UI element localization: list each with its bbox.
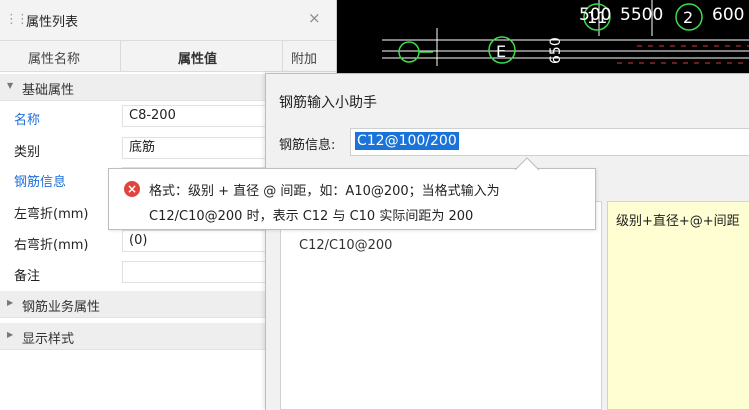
tooltip-pointer xyxy=(515,157,539,171)
cad-dim-label-500: 500 xyxy=(579,5,611,25)
format-description-box: 级别+直径+@+间距 xyxy=(607,201,749,410)
selected-text: C12@100/200 xyxy=(355,132,459,150)
format-list[interactable]: C12/C10@200 xyxy=(280,201,602,410)
cad-side-label-650: 650 xyxy=(548,37,564,64)
column-header: 属性名称 属性值 附加 xyxy=(0,41,336,72)
tooltip-line-1: 格式：级别 + 直径 @ 间距，如：A10@200；当格式输入为 xyxy=(149,184,500,199)
collapse-triangle-icon[interactable]: ▼ xyxy=(7,81,13,90)
axis-circle xyxy=(398,41,420,63)
cad-dim-label-5500: 5500 xyxy=(620,5,663,25)
column-property-value[interactable]: 属性值 xyxy=(178,48,217,67)
cad-dim-label-600: 600 xyxy=(712,5,744,25)
cad-circle-label-2: 2 xyxy=(683,8,693,27)
error-tooltip: × 格式：级别 + 直径 @ 间距，如：A10@200；当格式输入为 C12/C… xyxy=(108,157,596,230)
close-icon[interactable]: × xyxy=(308,9,321,27)
prop-label: 备注 xyxy=(14,269,41,284)
prop-label: 类别 xyxy=(14,145,41,160)
column-property-name[interactable]: 属性名称 xyxy=(28,48,80,67)
prop-label: 右弯折(mm) xyxy=(14,238,89,253)
group-label: 显示样式 xyxy=(22,332,75,347)
column-divider xyxy=(282,41,283,71)
tooltip-line-2: C12/C10@200 时，表示 C12 与 C10 实际间距为 200 xyxy=(149,209,474,224)
dialog-title: 钢筋输入小助手 xyxy=(279,95,377,111)
prop-label: 左弯折(mm) xyxy=(14,207,89,222)
column-divider xyxy=(120,41,121,71)
drag-grip-icon[interactable]: ⋮⋮ xyxy=(5,13,29,26)
prop-label: 名称 xyxy=(14,113,41,128)
prop-label: 钢筋信息 xyxy=(14,175,67,190)
panel-title: 属性列表 xyxy=(26,15,79,30)
expand-triangle-icon[interactable]: ▶ xyxy=(7,298,13,307)
group-label: 基础属性 xyxy=(22,83,75,98)
error-icon: × xyxy=(124,181,140,197)
expand-triangle-icon[interactable]: ▶ xyxy=(7,330,13,339)
column-additional[interactable]: 附加 xyxy=(291,48,317,67)
rebar-input-helper-dialog: 钢筋输入小助手 钢筋信息: C12@100/200 C12/C10@200 级别… xyxy=(265,73,749,410)
group-label: 钢筋业务属性 xyxy=(22,300,101,315)
panel-header: ⋮⋮ 属性列表 × xyxy=(0,0,336,41)
cad-side-label-e: E xyxy=(496,42,506,61)
rebar-info-input[interactable]: C12@100/200 xyxy=(350,128,749,156)
rebar-info-label: 钢筋信息: xyxy=(279,138,336,153)
list-item[interactable]: C12/C10@200 xyxy=(299,238,392,253)
format-description: 级别+直径+@+间距 xyxy=(616,214,740,229)
